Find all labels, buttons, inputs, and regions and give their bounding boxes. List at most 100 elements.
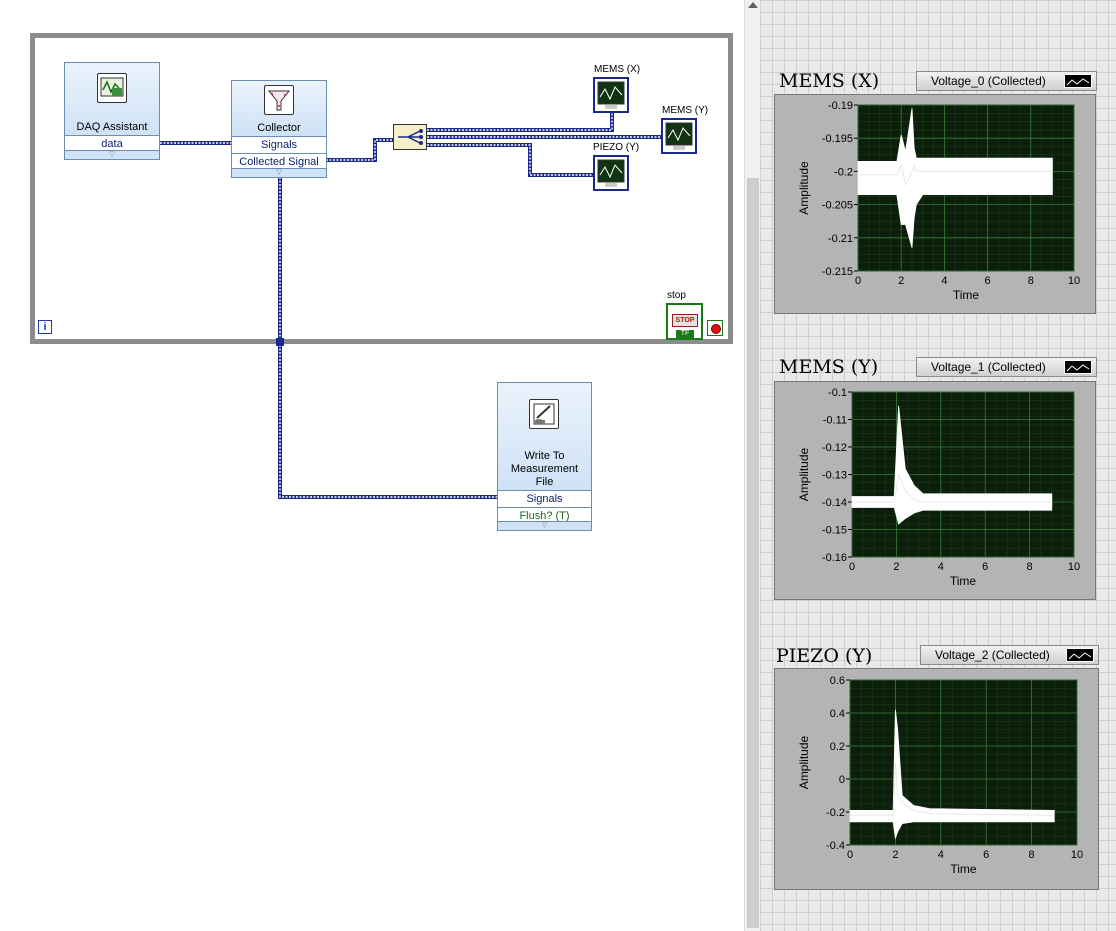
write-measurement-file-node[interactable]: Write To Measurement File Signals Flush?…	[497, 382, 592, 531]
piezo-terminal-label: PIEZO (Y)	[593, 142, 640, 153]
graph-terminal-icon	[665, 122, 693, 150]
block-diagram[interactable]: i DAQ Assistant data ▽ Collector Signals…	[0, 0, 744, 931]
x-tick-label: 0	[855, 275, 861, 287]
plot-mems-x[interactable]: 0 2 4 6 8 10 -0.19 -0.195 -0.2 -0.205 -0.21 -0.215 T…	[774, 94, 1096, 314]
write-file-icon	[529, 399, 559, 429]
memsy-terminal-label: MEMS (Y)	[662, 105, 709, 116]
x-tick-label: 0	[847, 849, 853, 861]
graph-terminal-icon	[597, 159, 625, 187]
x-tick-label: 10	[1068, 275, 1080, 287]
y-tick-label: -0.11	[823, 415, 847, 427]
y-tick-label: 0.2	[830, 741, 845, 753]
y-tick-label: -0.21	[828, 233, 853, 245]
y-tick-label: -0.4	[826, 840, 845, 852]
legend-label: Voltage_1 (Collected)	[931, 360, 1046, 374]
wire-collector-to-split	[326, 138, 393, 162]
y-tick-label: -0.2	[834, 166, 853, 178]
graph-title-mems-x: MEMS (X)	[779, 70, 880, 92]
y-tick-label: -0.16	[822, 552, 847, 564]
write-file-signals-terminal[interactable]: Signals	[498, 490, 591, 507]
x-tick-label: 6	[983, 849, 989, 861]
x-tick-label: 4	[938, 849, 944, 861]
graph-title-piezo-y: PIEZO (Y)	[776, 645, 873, 667]
write-file-expand-handle[interactable]: ▽	[498, 521, 591, 530]
x-tick-label: 6	[985, 275, 991, 287]
x-tick-label: 2	[892, 849, 898, 861]
wire-split-to-memsx	[427, 112, 614, 132]
stop-terminal[interactable]: STOP TF	[666, 303, 703, 340]
y-tick-label: -0.1	[828, 387, 847, 399]
y-tick-label: -0.14	[822, 497, 847, 509]
collector-expand-handle[interactable]: ▽	[232, 168, 326, 177]
y-tick-label: 0.6	[830, 675, 845, 687]
y-tick-label: -0.15	[822, 525, 847, 537]
block-diagram-scrollbar[interactable]	[744, 0, 760, 931]
x-tick-label: 10	[1071, 849, 1083, 861]
x-axis-label: Time	[950, 862, 977, 876]
legend-label: Voltage_0 (Collected)	[931, 74, 1046, 88]
y-tick-label: -0.215	[822, 266, 853, 278]
x-tick-label: 0	[849, 561, 855, 573]
stop-tf-label: TF	[676, 330, 694, 338]
daq-assistant-title: DAQ Assistant	[76, 121, 148, 133]
x-tick-label: 2	[893, 561, 899, 573]
collector-icon	[264, 85, 294, 115]
daq-expand-handle[interactable]: ▽	[65, 150, 159, 159]
y-tick-label: 0.4	[830, 708, 845, 720]
scroll-up-arrow-icon[interactable]	[748, 2, 758, 8]
plot-mems-y[interactable]: 0 2 4 6 8 10 -0.1 -0.11 -0.12 -0.13 -0.14 -0.15 -0.1…	[774, 381, 1096, 600]
loop-condition-terminal[interactable]	[707, 320, 723, 336]
plot-legend-piezo-y[interactable]: Voltage_2 (Collected)	[920, 645, 1099, 665]
plot-line-swatch-icon	[1064, 74, 1092, 88]
y-axis-label: Amplitude	[797, 161, 811, 215]
plot-line-swatch-icon	[1064, 360, 1092, 374]
y-tick-label: -0.19	[828, 100, 853, 112]
y-tick-label: -0.12	[822, 442, 847, 454]
piezo-graph-terminal[interactable]	[593, 155, 629, 191]
plot-line-swatch-icon	[1066, 648, 1094, 662]
memsy-graph-terminal[interactable]	[661, 118, 697, 154]
plot-legend-mems-y[interactable]: Voltage_1 (Collected)	[916, 357, 1097, 377]
daq-icon	[97, 73, 127, 103]
x-tick-label: 2	[898, 275, 904, 287]
legend-label: Voltage_2 (Collected)	[935, 648, 1050, 662]
stop-button-icon: STOP	[672, 314, 698, 327]
x-tick-label: 8	[1028, 275, 1034, 287]
write-file-title-2: Measurement	[510, 463, 579, 475]
graph-title-mems-y: MEMS (Y)	[779, 356, 879, 378]
x-tick-label: 8	[1029, 849, 1035, 861]
x-tick-label: 6	[982, 561, 988, 573]
x-tick-label: 4	[941, 275, 947, 287]
split-icon	[398, 129, 423, 145]
write-file-title-3: File	[535, 476, 554, 488]
y-tick-label: -0.13	[822, 470, 847, 482]
x-axis-label: Time	[950, 574, 977, 588]
collector-signals-terminal[interactable]: Signals	[232, 136, 326, 153]
wire-tunnel	[276, 338, 284, 346]
scrollbar-thumb[interactable]	[747, 178, 759, 928]
stop-if-true-icon	[711, 324, 721, 334]
wire-split-to-piezo	[427, 143, 593, 177]
split-signals-node[interactable]	[393, 124, 427, 150]
y-tick-label: -0.205	[822, 200, 853, 212]
y-axis-label: Amplitude	[797, 736, 811, 790]
graph-terminal-icon	[597, 81, 625, 109]
collector-title: Collector	[257, 122, 301, 134]
plot-legend-mems-x[interactable]: Voltage_0 (Collected)	[916, 71, 1097, 91]
collector-node[interactable]: Collector Signals Collected Signal ▽	[231, 80, 327, 178]
plot-piezo-y[interactable]: 0 2 4 6 8 10 0.6 0.4 0.2 0 -0.2 -0.4 Time Amplitude	[774, 668, 1099, 890]
memsx-graph-terminal[interactable]	[593, 77, 629, 113]
x-tick-label: 8	[1027, 561, 1033, 573]
daq-assistant-node[interactable]: DAQ Assistant data ▽	[64, 62, 160, 160]
y-tick-label: -0.195	[822, 133, 853, 145]
wire-collector-to-write	[278, 177, 497, 499]
y-tick-label: -0.2	[826, 807, 845, 819]
write-file-title-1: Write To	[524, 450, 565, 462]
y-tick-label: 0	[839, 774, 845, 786]
x-axis-label: Time	[953, 288, 980, 302]
memsx-terminal-label: MEMS (X)	[594, 64, 641, 75]
x-tick-label: 10	[1068, 561, 1080, 573]
x-tick-label: 4	[938, 561, 944, 573]
y-axis-label: Amplitude	[797, 448, 811, 502]
stop-terminal-label: stop	[667, 290, 686, 301]
